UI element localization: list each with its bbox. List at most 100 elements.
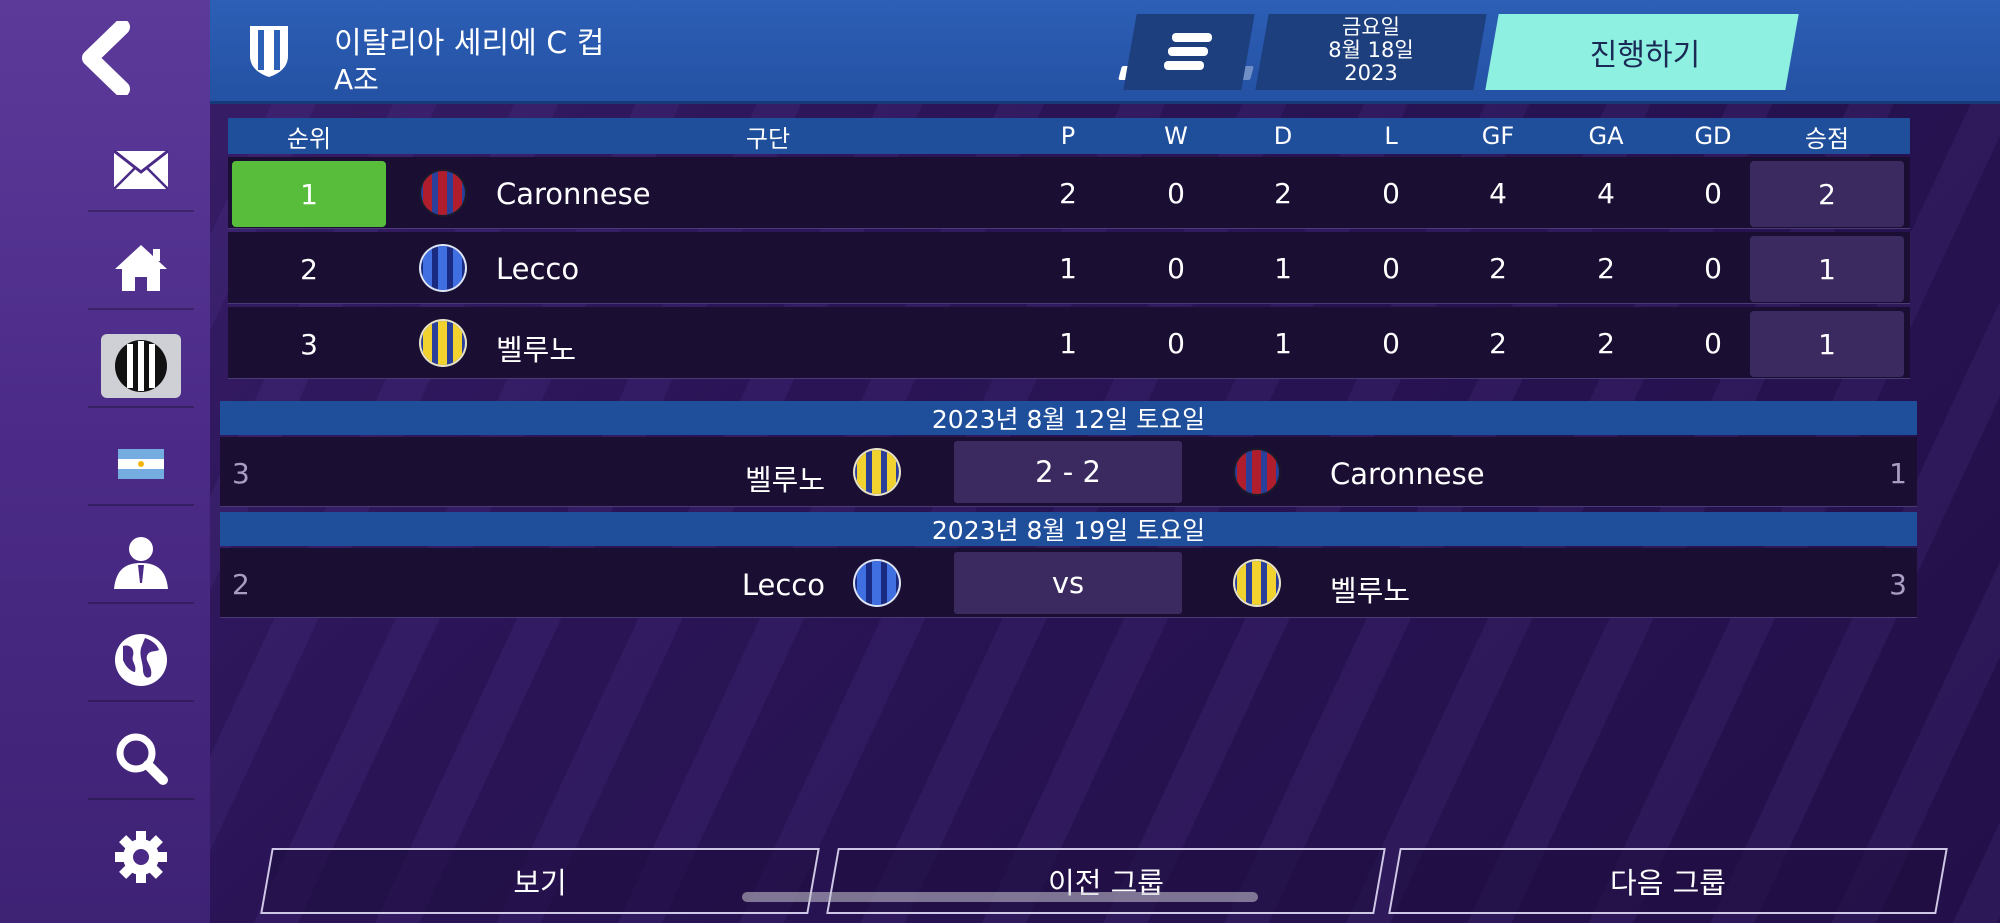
home-rank: 3 [232, 457, 250, 490]
won-cell: 0 [1167, 177, 1185, 210]
points-cell: 1 [1750, 236, 1904, 302]
col-pts: 승점 [1804, 124, 1850, 153]
goals-against-cell: 4 [1597, 177, 1615, 210]
points-cell: 1 [1750, 311, 1904, 377]
home-icon [115, 245, 167, 291]
col-w: W [1164, 122, 1188, 150]
prev-group-button[interactable]: 이전 그룹 [832, 848, 1380, 914]
played-cell: 1 [1059, 327, 1077, 360]
menu-button[interactable] [1123, 14, 1255, 90]
col-pos: 순위 [286, 124, 332, 153]
team-name[interactable]: Caronnese [496, 177, 651, 211]
goals-for-cell: 2 [1489, 327, 1507, 360]
goals-for-cell: 2 [1489, 252, 1507, 285]
competition-crest-icon [250, 26, 288, 77]
home-team-name[interactable]: 벨루노 [745, 457, 825, 499]
goals-for-cell: 4 [1489, 177, 1507, 210]
current-date: 금요일 8월 18일 2023 [1262, 16, 1480, 85]
standings-table: 순위 구단 P W D L GF GA GD 승점 1 Caronnese 2 … [228, 118, 1910, 379]
away-team-name[interactable]: Caronnese [1330, 457, 1485, 491]
argentina-flag-icon [118, 449, 164, 479]
home-indicator[interactable] [742, 892, 1258, 902]
col-l: L [1384, 122, 1398, 150]
col-p: P [1060, 122, 1076, 150]
sidebar-item-search[interactable] [88, 718, 194, 800]
goals-against-cell: 2 [1597, 252, 1615, 285]
match-score[interactable]: vs [954, 552, 1182, 614]
sidebar [0, 0, 210, 923]
sidebar-item-club[interactable] [88, 326, 194, 408]
played-cell: 2 [1059, 177, 1077, 210]
fixture-date-header: 2023년 8월 12일 토요일 [220, 401, 1917, 435]
back-arrow-icon [82, 21, 130, 95]
proceed-button[interactable]: 진행하기 [1500, 14, 1790, 90]
match-score[interactable]: 2 - 2 [954, 441, 1182, 503]
fixture-date-header: 2023년 8월 19일 토요일 [220, 512, 1917, 546]
points-cell: 2 [1750, 161, 1904, 227]
standings-header: 순위 구단 P W D L GF GA GD 승점 [228, 118, 1910, 154]
mail-icon [113, 150, 169, 190]
team-name[interactable]: Lecco [496, 252, 579, 286]
group-name: A조 [334, 63, 379, 96]
date-year: 2023 [1344, 61, 1398, 85]
lost-cell: 0 [1382, 252, 1400, 285]
home-team-badge-icon [853, 448, 901, 496]
col-gf: GF [1481, 122, 1515, 150]
home-team-name[interactable]: Lecco [742, 568, 825, 602]
sidebar-item-manager[interactable] [88, 522, 194, 604]
globe-icon [115, 634, 167, 686]
col-ga: GA [1588, 122, 1624, 150]
drawn-cell: 2 [1274, 177, 1292, 210]
home-rank: 2 [232, 568, 250, 601]
won-cell: 0 [1167, 252, 1185, 285]
team-name[interactable]: 벨루노 [496, 327, 576, 369]
position-cell: 2 [300, 252, 318, 286]
gear-icon [115, 831, 167, 883]
goals-against-cell: 2 [1597, 327, 1615, 360]
drawn-cell: 1 [1274, 252, 1292, 285]
view-button[interactable]: 보기 [266, 848, 814, 914]
table-row[interactable]: 2 Lecco 1 0 1 0 2 2 0 1 [228, 232, 1910, 304]
position-cell: 1 [232, 161, 386, 227]
away-team-badge-icon [1233, 448, 1281, 496]
table-row[interactable]: 1 Caronnese 2 0 2 0 4 4 0 2 [228, 157, 1910, 229]
drawn-cell: 1 [1274, 327, 1292, 360]
sidebar-item-nation[interactable] [88, 424, 194, 506]
lost-cell: 0 [1382, 327, 1400, 360]
col-d: D [1273, 122, 1293, 150]
sidebar-item-world[interactable] [88, 620, 194, 702]
col-gd: GD [1694, 122, 1732, 150]
away-rank: 1 [1889, 457, 1907, 490]
position-cell: 3 [300, 327, 318, 361]
date-weekday: 금요일 [1342, 15, 1400, 39]
search-icon [116, 733, 168, 785]
club-badge-icon [115, 340, 167, 392]
played-cell: 1 [1059, 252, 1077, 285]
menu-icon [1164, 33, 1212, 70]
away-team-name[interactable]: 벨루노 [1330, 568, 1410, 610]
goal-diff-cell: 0 [1704, 177, 1722, 210]
away-team-badge-icon [1233, 559, 1281, 607]
next-group-button[interactable]: 다음 그룹 [1394, 848, 1942, 914]
competition-title: 이탈리아 세리에 C 컵 [334, 26, 605, 61]
sidebar-item-settings[interactable] [88, 816, 194, 898]
lost-cell: 0 [1382, 177, 1400, 210]
team-badge-icon [419, 319, 467, 367]
goal-diff-cell: 0 [1704, 252, 1722, 285]
table-row[interactable]: 3 벨루노 1 0 1 0 2 2 0 1 [228, 307, 1910, 379]
won-cell: 0 [1167, 327, 1185, 360]
manager-icon [114, 537, 168, 589]
sidebar-item-inbox[interactable] [88, 130, 194, 212]
back-button[interactable] [60, 18, 150, 98]
home-team-badge-icon [853, 559, 901, 607]
sidebar-item-home[interactable] [88, 228, 194, 310]
active-indicator [101, 334, 181, 398]
away-rank: 3 [1889, 568, 1907, 601]
fixture-row[interactable]: 2 Lecco vs 벨루노 3 [220, 548, 1917, 618]
team-badge-icon [419, 244, 467, 292]
date-day: 8월 18일 [1328, 38, 1414, 62]
fixture-row[interactable]: 3 벨루노 2 - 2 Caronnese 1 [220, 437, 1917, 507]
col-team: 구단 [745, 124, 791, 153]
team-badge-icon [419, 169, 467, 217]
goal-diff-cell: 0 [1704, 327, 1722, 360]
